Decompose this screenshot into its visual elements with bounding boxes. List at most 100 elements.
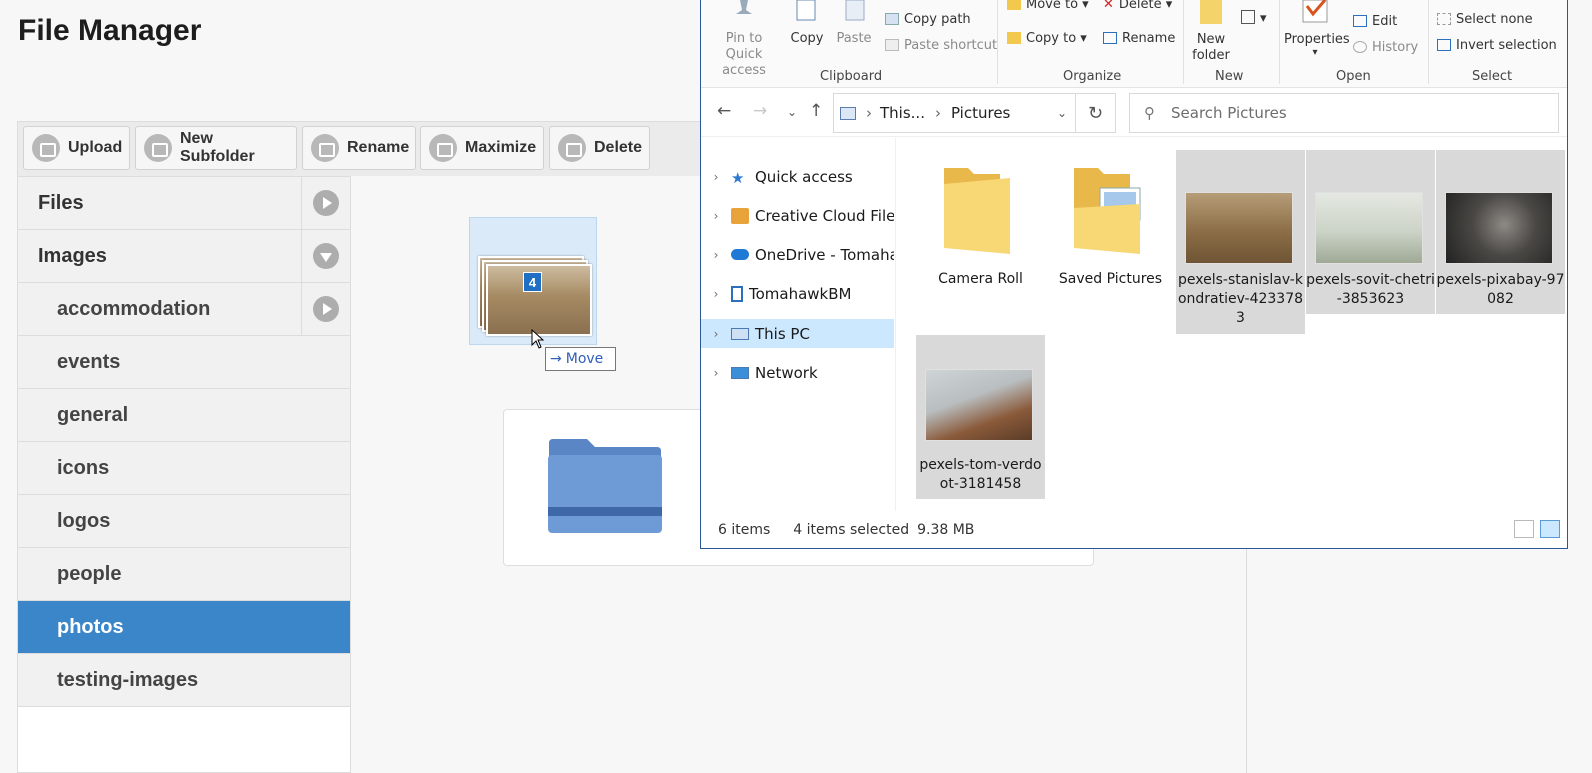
address-bar[interactable]: › This... › Pictures ⌄: [833, 93, 1076, 133]
recent-locations-chevron-icon[interactable]: ⌄: [787, 105, 797, 119]
expand-chevron-icon[interactable]: ›: [701, 248, 731, 262]
refresh-icon[interactable]: ↻: [1076, 93, 1116, 133]
checkmark-properties-icon: [1302, 0, 1328, 23]
select-group-label: Select: [1472, 69, 1513, 84]
rename-icon: [311, 134, 339, 162]
expand-chevron-icon[interactable]: ›: [701, 209, 731, 223]
address-dropdown-icon[interactable]: ⌄: [1057, 106, 1067, 120]
new-item-button[interactable]: ▾: [1241, 10, 1267, 26]
building-icon: [731, 285, 743, 302]
pc-icon: [840, 106, 856, 120]
image-item-pixabay[interactable]: pexels-pixabay-97082: [1436, 150, 1565, 314]
history-icon: [1353, 41, 1367, 53]
folder-item-saved-pictures[interactable]: Saved Pictures: [1046, 150, 1175, 300]
breadcrumb-this-pc[interactable]: This...: [880, 104, 925, 122]
paste-shortcut-icon: [885, 39, 899, 51]
folder-with-pictures-icon: [1074, 168, 1141, 254]
tree-item-label: logos: [57, 509, 111, 532]
breadcrumb-separator-icon: ›: [866, 104, 872, 122]
copy-path-label: Copy path: [904, 12, 971, 27]
back-arrow-icon[interactable]: ←: [717, 101, 731, 121]
tree-item-accommodation[interactable]: accommodation: [18, 283, 350, 336]
edit-button[interactable]: Edit: [1353, 14, 1397, 29]
nav-item-tomahawkbm[interactable]: › TomahawkBM: [701, 279, 894, 308]
move-to-button[interactable]: Move to ▾: [1007, 0, 1089, 12]
image-item-sovit[interactable]: pexels-sovit-chetri-3853623: [1306, 150, 1435, 314]
rename-ribbon-button[interactable]: Rename: [1103, 31, 1175, 46]
new-subfolder-button[interactable]: New Subfolder: [135, 126, 297, 170]
breadcrumb-pictures[interactable]: Pictures: [951, 104, 1010, 122]
image-thumbnail: [925, 369, 1033, 441]
nav-item-quick-access[interactable]: › ★ Quick access: [701, 162, 894, 191]
delete-x-icon: ✕: [1103, 0, 1114, 12]
folder-icon: [944, 168, 1010, 254]
copy-to-label: Copy to: [1026, 31, 1077, 46]
invert-selection-button[interactable]: Invert selection: [1437, 38, 1557, 53]
history-label: History: [1372, 40, 1419, 55]
invert-selection-label: Invert selection: [1456, 38, 1557, 53]
up-arrow-icon[interactable]: ↑: [809, 101, 823, 121]
pin-icon: [736, 0, 752, 14]
paste-button[interactable]: Paste: [834, 0, 874, 47]
tree-item-photos[interactable]: photos: [18, 601, 350, 654]
pin-quick-access-button[interactable]: Pin to Quick access: [707, 0, 781, 79]
image-item-tom-verdoot[interactable]: pexels-tom-verdoot-3181458: [916, 335, 1045, 499]
upload-button[interactable]: Upload: [23, 126, 130, 170]
chevron-down-icon: [313, 243, 339, 269]
star-icon: ★: [731, 168, 745, 187]
search-pictures-input[interactable]: ⚲ Search Pictures: [1129, 93, 1559, 133]
nav-item-onedrive[interactable]: › OneDrive - Tomahaw: [701, 240, 894, 269]
copy-button[interactable]: Copy: [787, 0, 827, 47]
expand-chevron-icon[interactable]: ›: [701, 170, 731, 184]
large-icons-view-icon[interactable]: [1540, 520, 1560, 538]
tree-item-events[interactable]: events: [18, 336, 350, 389]
invert-selection-icon: [1437, 39, 1451, 51]
delete-button[interactable]: Delete: [549, 126, 650, 170]
tree-item-people[interactable]: people: [18, 548, 350, 601]
page-title: File Manager: [18, 14, 202, 47]
collapse-toggle[interactable]: [301, 230, 350, 282]
forward-arrow-icon[interactable]: →: [753, 101, 767, 121]
file-name: pexels-tom-verdoot-3181458: [919, 457, 1042, 492]
copy-path-icon: [885, 13, 899, 25]
tree-item-files[interactable]: Files: [18, 177, 350, 230]
expand-toggle[interactable]: [301, 177, 350, 229]
expand-chevron-icon[interactable]: ›: [701, 327, 731, 341]
copy-path-button[interactable]: Copy path: [885, 12, 971, 27]
nav-item-this-pc[interactable]: › This PC: [701, 319, 894, 348]
ribbon-separator: [997, 0, 998, 84]
history-button[interactable]: History: [1353, 40, 1418, 55]
tree-item-testing-images[interactable]: testing-images: [18, 654, 350, 707]
maximize-button[interactable]: Maximize: [420, 126, 544, 170]
folder-tree: Files Images accommodation events genera…: [17, 176, 351, 773]
details-view-icon[interactable]: [1514, 520, 1534, 538]
image-item-stanislav[interactable]: pexels-stanislav-kondratiev-4233783: [1176, 150, 1305, 334]
organize-group-label: Organize: [1063, 69, 1122, 84]
rename-button[interactable]: Rename: [302, 126, 416, 170]
nav-item-creative-cloud[interactable]: › Creative Cloud Files: [701, 201, 894, 230]
delete-ribbon-button[interactable]: ✕ Delete ▾: [1103, 0, 1172, 12]
tree-item-label: people: [57, 562, 122, 585]
copy-to-button[interactable]: Copy to ▾: [1007, 31, 1087, 46]
chevron-right-icon: [313, 190, 339, 216]
tree-item-general[interactable]: general: [18, 389, 350, 442]
properties-button[interactable]: Properties ▾: [1284, 0, 1350, 58]
move-tooltip-label: Move: [565, 351, 604, 367]
new-folder-icon: [1200, 0, 1222, 24]
expand-chevron-icon[interactable]: ›: [701, 287, 731, 301]
tree-item-images[interactable]: Images: [18, 230, 350, 283]
arrow-right-icon: →: [550, 351, 562, 367]
folder-item-camera-roll[interactable]: Camera Roll: [916, 150, 1045, 300]
tree-item-label: general: [57, 403, 129, 426]
nav-item-network[interactable]: › Network: [701, 358, 894, 387]
search-icon: ⚲: [1144, 104, 1155, 122]
expand-chevron-icon[interactable]: ›: [701, 366, 731, 380]
paste-shortcut-button[interactable]: Paste shortcut: [885, 38, 997, 53]
tree-item-logos[interactable]: logos: [18, 495, 350, 548]
new-folder-button[interactable]: New folder: [1191, 0, 1231, 64]
select-none-button[interactable]: Select none: [1437, 12, 1533, 27]
breadcrumb-separator-icon: ›: [934, 104, 941, 122]
tree-item-icons[interactable]: icons: [18, 442, 350, 495]
nav-label: Quick access: [755, 167, 853, 186]
expand-toggle[interactable]: [301, 283, 350, 335]
